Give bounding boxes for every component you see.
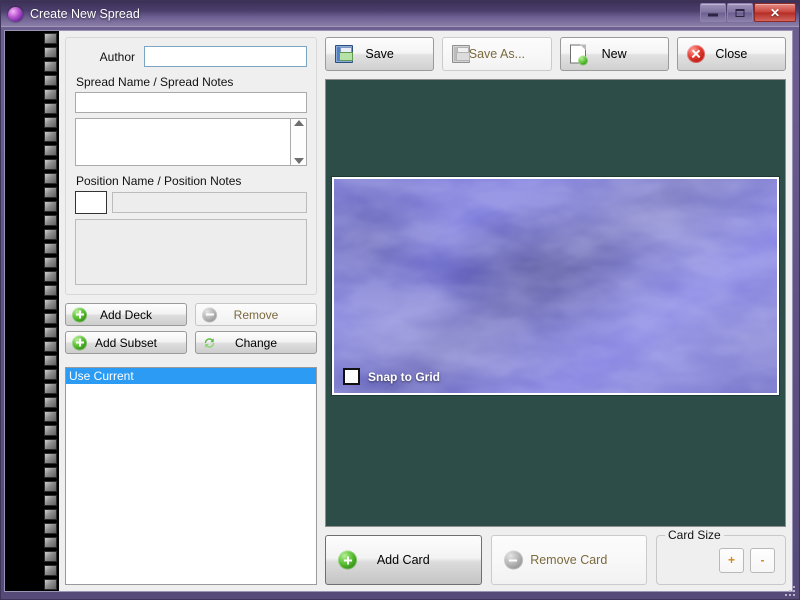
scroll-up-icon[interactable] (294, 120, 304, 126)
silk-texture (334, 179, 777, 395)
floppy-disk-icon (335, 45, 353, 63)
spread-notes-textarea[interactable] (75, 118, 290, 166)
maximize-button[interactable] (727, 3, 753, 22)
scroll-down-icon[interactable] (294, 158, 304, 164)
green-plus-icon (72, 307, 87, 322)
spread-notes-scrollbar[interactable] (290, 118, 307, 166)
content-area: Create New Spread Create New Spread Crea (4, 30, 793, 592)
spread-section-label: Spread Name / Spread Notes (76, 75, 307, 89)
save-as-button[interactable]: Save As... (442, 37, 551, 71)
position-section-label: Position Name / Position Notes (76, 174, 307, 188)
gray-minus-icon (504, 551, 523, 570)
card-size-legend: Card Size (665, 528, 724, 542)
card-preview[interactable]: Snap to Grid (332, 177, 779, 395)
window-title: Create New Spread (30, 7, 140, 21)
add-card-label: Add Card (377, 553, 430, 567)
position-index-input[interactable] (75, 191, 107, 214)
minimize-button[interactable] (700, 3, 726, 22)
remove-button[interactable]: Remove (195, 303, 317, 326)
spread-details-panel: Author Spread Name / Spread Notes (65, 37, 317, 295)
new-button[interactable]: New (560, 37, 669, 71)
deck-listbox[interactable]: Use Current (65, 367, 317, 585)
window-body: Create New Spread Create New Spread Crea (1, 27, 799, 599)
snap-to-grid-checkbox[interactable] (343, 368, 360, 385)
refresh-icon (202, 335, 217, 350)
snap-to-grid-row[interactable]: Snap to Grid (343, 368, 440, 385)
main-columns: Author Spread Name / Spread Notes (59, 31, 792, 591)
spread-notes-wrap (75, 118, 307, 166)
minimize-icon (708, 13, 718, 16)
create-new-spread-window: Create New Spread ✕ Create New Spread Cr… (0, 0, 800, 600)
side-filmstrip: Create New Spread Create New Spread Crea (5, 31, 59, 591)
deck-button-row-1: Add Deck Remove (65, 303, 317, 326)
add-deck-label: Add Deck (100, 308, 152, 322)
card-size-group: Card Size + - (656, 535, 786, 585)
floppy-disk-icon (452, 45, 470, 63)
remove-label: Remove (234, 308, 279, 322)
deck-button-grid: Add Deck Remove Add Subset (65, 303, 317, 354)
save-as-label: Save As... (469, 47, 525, 61)
card-size-increase-button[interactable]: + (719, 548, 744, 573)
red-x-icon (687, 45, 705, 63)
left-column: Author Spread Name / Spread Notes (65, 37, 317, 585)
sphere-icon (8, 7, 23, 22)
resize-grip[interactable] (782, 583, 795, 596)
add-subset-label: Add Subset (95, 336, 157, 350)
close-label: Close (715, 47, 747, 61)
new-label: New (602, 47, 627, 61)
author-label: Author (75, 50, 144, 64)
window-controls: ✕ (700, 3, 796, 22)
close-icon: ✕ (770, 7, 780, 19)
position-name-input[interactable] (112, 192, 307, 213)
position-notes-textarea[interactable] (75, 219, 307, 285)
remove-card-button[interactable]: Remove Card (491, 535, 648, 585)
gray-minus-icon (202, 307, 217, 322)
change-button[interactable]: Change (195, 331, 317, 354)
sprocket-holes (44, 31, 57, 591)
author-input[interactable] (144, 46, 307, 67)
list-item[interactable]: Use Current (66, 368, 316, 384)
window-titlebar[interactable]: Create New Spread ✕ (1, 1, 799, 27)
right-column: Save Save As... New Close (325, 37, 786, 585)
add-card-button[interactable]: Add Card (325, 535, 482, 585)
spread-name-input[interactable] (75, 92, 307, 113)
author-row: Author (75, 46, 307, 67)
bottom-toolbar: Add Card Remove Card Card Size + - (325, 535, 786, 585)
new-document-icon (570, 45, 586, 64)
spread-canvas[interactable]: Snap to Grid (325, 79, 786, 527)
deck-button-row-2: Add Subset Change (65, 331, 317, 354)
add-subset-button[interactable]: Add Subset (65, 331, 187, 354)
top-toolbar: Save Save As... New Close (325, 37, 786, 71)
green-plus-icon (338, 551, 357, 570)
close-button[interactable]: ✕ (754, 3, 796, 22)
maximize-icon (736, 9, 745, 17)
change-label: Change (235, 336, 277, 350)
remove-card-label: Remove Card (530, 553, 607, 567)
add-deck-button[interactable]: Add Deck (65, 303, 187, 326)
green-plus-icon (72, 335, 87, 350)
close-toolbar-button[interactable]: Close (677, 37, 786, 71)
save-label: Save (365, 47, 394, 61)
card-size-decrease-button[interactable]: - (750, 548, 775, 573)
snap-to-grid-label: Snap to Grid (368, 370, 440, 384)
save-button[interactable]: Save (325, 37, 434, 71)
position-row (75, 191, 307, 214)
